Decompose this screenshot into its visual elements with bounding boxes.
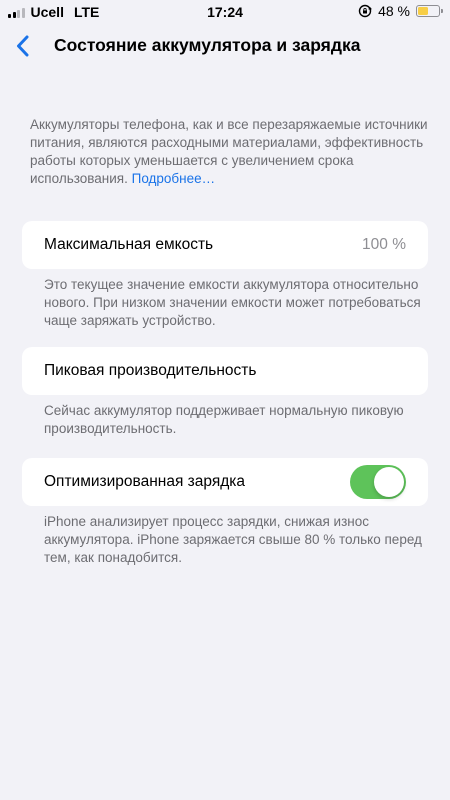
- status-right: 48 %: [358, 3, 443, 19]
- optimized-charging-row: Оптимизированная зарядка: [22, 458, 428, 506]
- peak-performance-row: Пиковая производительность: [22, 347, 428, 395]
- status-bar: Ucell LTE 17:24 48 %: [0, 0, 450, 24]
- optimized-charging-label: Оптимизированная зарядка: [44, 473, 246, 490]
- battery-percent: 48 %: [378, 3, 410, 19]
- max-capacity-label: Максимальная емкость: [44, 236, 214, 253]
- page-title: Состояние аккумулятора и зарядка: [54, 35, 361, 55]
- max-capacity-value: 100 %: [362, 236, 406, 253]
- battery-fill: [418, 7, 428, 15]
- max-capacity-footnote: Это текущее значение емкости аккумулятор…: [44, 277, 421, 328]
- peak-performance-label: Пиковая производительность: [44, 362, 257, 379]
- chevron-left-icon: [16, 35, 28, 57]
- toggle-knob: [374, 467, 404, 497]
- battery-health-screen: Ucell LTE 17:24 48 % Состояние аккумулят…: [0, 0, 450, 800]
- back-button[interactable]: [12, 32, 32, 60]
- learn-more-link[interactable]: Подробнее…: [132, 171, 216, 186]
- optimized-charging-toggle[interactable]: [350, 465, 406, 499]
- orientation-lock-icon: [358, 4, 373, 18]
- nav-bar: Состояние аккумулятора и зарядка: [0, 26, 450, 66]
- battery-icon: [416, 5, 443, 17]
- peak-performance-footnote: Сейчас аккумулятор поддерживает нормальн…: [44, 403, 404, 436]
- max-capacity-row: Максимальная емкость 100 %: [22, 221, 428, 269]
- intro-text: Аккумуляторы телефона, как и все перезар…: [30, 116, 430, 188]
- optimized-charging-footnote: iPhone анализирует процесс зарядки, сниж…: [44, 514, 422, 565]
- intro-body: Аккумуляторы телефона, как и все перезар…: [30, 117, 428, 186]
